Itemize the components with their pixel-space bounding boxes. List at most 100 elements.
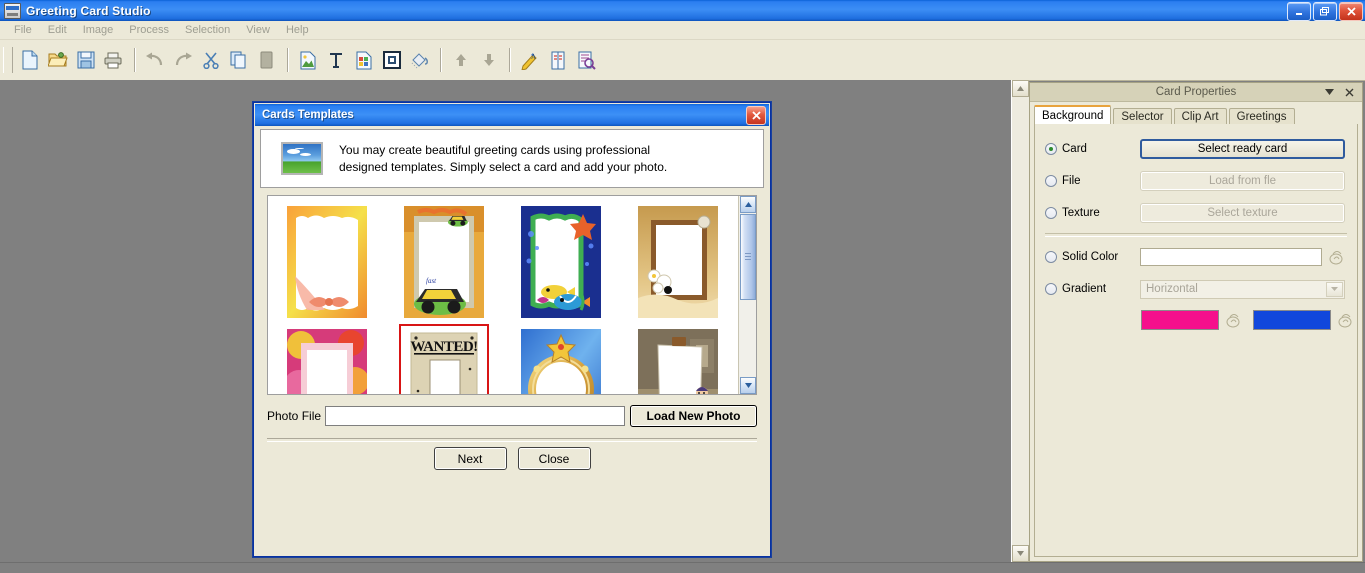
window-title: Greeting Card Studio bbox=[26, 3, 151, 18]
card-properties-tabs: Background Selector Clip Art Greetings bbox=[1030, 105, 1362, 124]
race-car-card-thumb: fast bbox=[403, 205, 484, 318]
menu-item-process[interactable]: Process bbox=[121, 22, 177, 39]
radio-solid-color[interactable] bbox=[1045, 251, 1057, 263]
close-icon[interactable] bbox=[1342, 85, 1356, 99]
move-down-icon[interactable] bbox=[475, 46, 503, 74]
color-picker-icon[interactable] bbox=[1337, 313, 1353, 328]
template-item-painter-easel-card[interactable] bbox=[619, 323, 736, 394]
gradient-color-2-swatch[interactable] bbox=[1253, 310, 1331, 330]
radio-card[interactable] bbox=[1045, 143, 1057, 155]
color-picker-icon[interactable] bbox=[1328, 250, 1344, 265]
color-picker-icon[interactable] bbox=[1225, 313, 1241, 328]
gradient-direction-value: Horizontal bbox=[1146, 283, 1198, 295]
card-properties-panel: Card Properties Background Selector Clip… bbox=[1029, 82, 1363, 562]
menu-item-file[interactable]: File bbox=[6, 22, 40, 39]
svg-text:A: A bbox=[531, 53, 536, 61]
dialog-header-line-2: designed templates. Simply select a card… bbox=[339, 159, 668, 174]
scrollbar-track[interactable] bbox=[1012, 97, 1029, 545]
undo-icon[interactable] bbox=[141, 46, 169, 74]
cut-scissors-icon[interactable] bbox=[197, 46, 225, 74]
chevron-down-icon[interactable] bbox=[1322, 85, 1336, 99]
paste-icon[interactable] bbox=[253, 46, 281, 74]
card-properties-title: Card Properties bbox=[1155, 86, 1237, 98]
template-item-wooden-frame-card[interactable] bbox=[619, 200, 736, 323]
dialog-title-bar: Cards Templates bbox=[255, 104, 769, 126]
load-from-file-button[interactable]: Load from fle bbox=[1140, 171, 1345, 191]
background-option-solid-color[interactable]: Solid Color bbox=[1045, 246, 1357, 268]
menu-item-image[interactable]: Image bbox=[75, 22, 122, 39]
card-properties-title-bar: Card Properties bbox=[1030, 83, 1362, 102]
tab-greetings[interactable]: Greetings bbox=[1228, 108, 1295, 124]
text-tool-icon[interactable] bbox=[322, 46, 350, 74]
scroll-down-button[interactable] bbox=[1012, 545, 1029, 562]
radio-file-label: File bbox=[1062, 175, 1081, 187]
background-option-texture[interactable]: Texture Select texture bbox=[1045, 202, 1357, 224]
tab-background[interactable]: Background bbox=[1034, 105, 1112, 124]
photo-file-input[interactable] bbox=[325, 406, 625, 426]
templates-row: fast bbox=[268, 200, 739, 323]
template-item-gold-oval-frame-card[interactable] bbox=[502, 323, 619, 394]
page-setup-icon[interactable] bbox=[544, 46, 572, 74]
templates-scroll-thumb[interactable] bbox=[740, 214, 756, 300]
radio-texture[interactable] bbox=[1045, 207, 1057, 219]
print-preview-icon[interactable] bbox=[572, 46, 600, 74]
load-new-photo-button[interactable]: Load New Photo bbox=[630, 405, 757, 427]
next-button[interactable]: Next bbox=[433, 447, 507, 470]
chevron-down-icon[interactable] bbox=[1326, 281, 1343, 297]
frame-icon[interactable] bbox=[378, 46, 406, 74]
background-option-card[interactable]: Card Select ready card bbox=[1045, 138, 1357, 160]
clip-art-icon[interactable] bbox=[350, 46, 378, 74]
spell-check-icon[interactable]: A bbox=[516, 46, 544, 74]
dialog-title: Cards Templates bbox=[262, 109, 354, 121]
insert-image-icon[interactable] bbox=[294, 46, 322, 74]
template-item-underwater-card[interactable] bbox=[502, 200, 619, 323]
wooden-frame-card-thumb bbox=[637, 205, 718, 318]
tab-clip-art[interactable]: Clip Art bbox=[1173, 108, 1227, 124]
minimize-button[interactable] bbox=[1287, 2, 1311, 21]
template-item-orange-ribbon-card[interactable] bbox=[268, 200, 385, 323]
background-option-file[interactable]: File Load from fle bbox=[1045, 170, 1357, 192]
templates-row: WANTED! · U S M A R S H A L ' S · $1,000… bbox=[268, 323, 739, 394]
template-item-race-car-card[interactable]: fast bbox=[385, 200, 502, 323]
print-icon[interactable] bbox=[100, 46, 128, 74]
scroll-thumb-grip bbox=[745, 253, 751, 260]
background-option-gradient[interactable]: Gradient Horizontal bbox=[1045, 278, 1357, 300]
wanted-poster-card-thumb: WANTED! · U S M A R S H A L ' S · $1,000… bbox=[398, 323, 489, 394]
tab-selector[interactable]: Selector bbox=[1113, 108, 1172, 124]
scroll-up-button[interactable] bbox=[1012, 80, 1029, 97]
open-folder-icon[interactable] bbox=[44, 46, 72, 74]
templates-listbox[interactable]: fast WANTED! bbox=[267, 195, 757, 395]
pink-flowers-card-thumb bbox=[283, 328, 369, 394]
gradient-color-1-swatch[interactable] bbox=[1141, 310, 1219, 330]
close-button-dialog[interactable]: Close bbox=[517, 447, 591, 470]
select-ready-card-button[interactable]: Select ready card bbox=[1140, 139, 1345, 159]
new-document-icon[interactable] bbox=[16, 46, 44, 74]
menu-item-help[interactable]: Help bbox=[278, 22, 317, 39]
radio-gradient[interactable] bbox=[1045, 283, 1057, 295]
move-up-icon[interactable] bbox=[447, 46, 475, 74]
close-button[interactable] bbox=[1339, 2, 1363, 21]
painter-easel-card-thumb bbox=[637, 328, 718, 394]
radio-file[interactable] bbox=[1045, 175, 1057, 187]
gradient-direction-select[interactable]: Horizontal bbox=[1140, 279, 1345, 299]
toolbar-grip[interactable] bbox=[3, 47, 13, 73]
restore-button[interactable] bbox=[1313, 2, 1337, 21]
copy-icon[interactable] bbox=[225, 46, 253, 74]
menu-item-selection[interactable]: Selection bbox=[177, 22, 238, 39]
select-texture-button[interactable]: Select texture bbox=[1140, 203, 1345, 223]
paint-bucket-icon[interactable] bbox=[406, 46, 434, 74]
window-title-bar: Greeting Card Studio bbox=[0, 0, 1365, 21]
app-window-icon bbox=[4, 2, 21, 19]
menu-item-view[interactable]: View bbox=[238, 22, 278, 39]
templates-scrollbar[interactable] bbox=[738, 196, 756, 394]
template-item-wanted-poster-card[interactable]: WANTED! · U S M A R S H A L ' S · $1,000… bbox=[385, 323, 502, 394]
solid-color-field[interactable] bbox=[1140, 248, 1322, 266]
canvas-vertical-scrollbar[interactable] bbox=[1011, 80, 1029, 562]
redo-icon[interactable] bbox=[169, 46, 197, 74]
menu-item-edit[interactable]: Edit bbox=[40, 22, 75, 39]
dialog-close-button[interactable] bbox=[746, 106, 766, 125]
templates-scroll-up-button[interactable] bbox=[740, 196, 756, 213]
save-disk-icon[interactable] bbox=[72, 46, 100, 74]
template-item-pink-flowers-card[interactable] bbox=[268, 323, 385, 394]
templates-scroll-down-button[interactable] bbox=[740, 377, 756, 394]
